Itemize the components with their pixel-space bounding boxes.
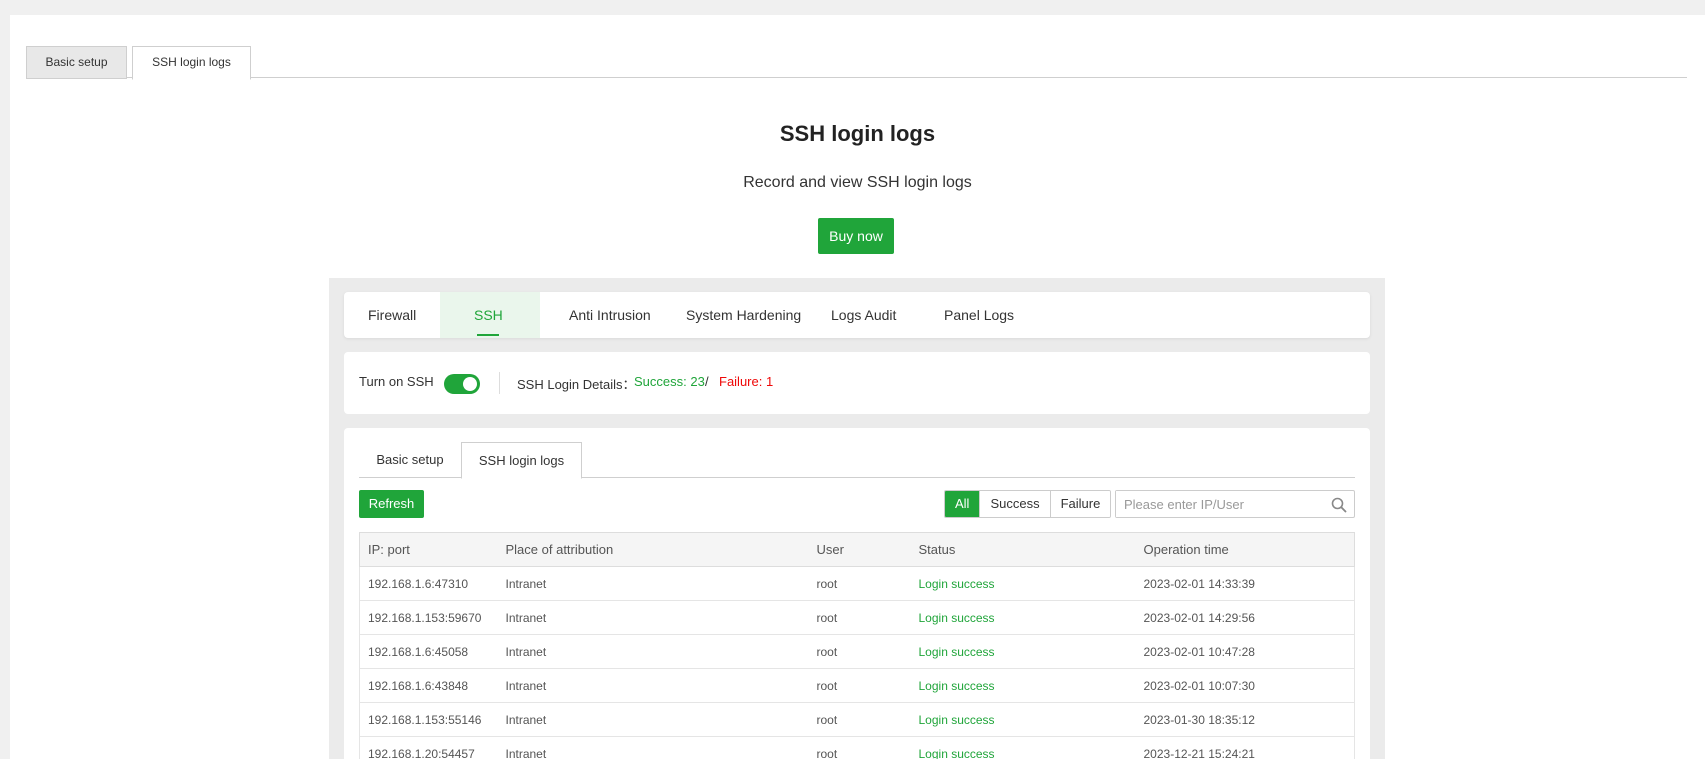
cell-place: Intranet [497,702,809,737]
cell-user: root [808,668,911,703]
cell-operation-time: 2023-02-01 14:33:39 [1135,566,1355,601]
inner-tab-bar: Basic setup SSH login logs [359,442,1355,479]
cell-place: Intranet [497,600,809,635]
feature-preview: Firewall SSH Anti Intrusion System Harde… [329,278,1385,759]
ssh-status-bar: Turn on SSH SSH Login Details： Success: … [344,352,1370,414]
main-card: Basic setup SSH login logs SSH login log… [10,15,1705,759]
security-nav: Firewall SSH Anti Intrusion System Harde… [344,292,1370,338]
cell-status: Login success [910,600,1136,635]
cell-place: Intranet [497,668,809,703]
col-header-place: Place of attribution [497,532,809,567]
nav-item-panel-logs[interactable]: Panel Logs [944,292,1014,338]
table-row: 192.168.1.6:45058 Intranet root Login su… [359,634,1355,669]
cell-ip-port: 192.168.1.153:59670 [359,600,498,635]
cell-place: Intranet [497,634,809,669]
tab-basic-setup[interactable]: Basic setup [26,46,127,79]
search-box [1115,490,1355,518]
cell-status: Login success [910,702,1136,737]
count-separator: / [705,374,709,389]
nav-item-system-hardening[interactable]: System Hardening [686,292,801,338]
filter-failure-button[interactable]: Failure [1049,491,1111,517]
col-header-operation-time: Operation time [1135,532,1355,567]
cell-ip-port: 192.168.1.20:54457 [359,736,498,759]
ssh-toggle[interactable] [444,374,480,394]
cell-status: Login success [910,634,1136,669]
cell-operation-time: 2023-12-21 15:24:21 [1135,736,1355,759]
cell-user: root [808,736,911,759]
inner-tab-ssh-login-logs[interactable]: SSH login logs [461,442,582,479]
success-count[interactable]: Success: 23 [634,374,705,389]
nav-item-firewall[interactable]: Firewall [368,292,416,338]
cell-user: root [808,566,911,601]
table-row: 192.168.1.20:54457 Intranet root Login s… [359,736,1355,759]
cell-status: Login success [910,566,1136,601]
top-tab-bar: Basic setup SSH login logs [26,31,1687,80]
login-log-table: IP: port Place of attribution User Statu… [359,532,1355,759]
cell-ip-port: 192.168.1.6:47310 [359,566,498,601]
tab-ssh-login-logs[interactable]: SSH login logs [132,46,251,80]
page-title: SSH login logs [779,121,936,146]
col-header-status: Status [910,532,1136,567]
cell-ip-port: 192.168.1.6:43848 [359,668,498,703]
search-icon[interactable] [1331,497,1347,513]
divider [499,372,500,394]
inner-tab-basic-setup[interactable]: Basic setup [359,442,461,478]
cell-operation-time: 2023-02-01 10:07:30 [1135,668,1355,703]
table-row: 192.168.1.153:55146 Intranet root Login … [359,702,1355,737]
cell-place: Intranet [497,736,809,759]
cell-user: root [808,600,911,635]
cell-user: root [808,702,911,737]
cell-place: Intranet [497,566,809,601]
cell-status: Login success [910,668,1136,703]
table-row: 192.168.1.6:47310 Intranet root Login su… [359,566,1355,601]
table-row: 192.168.1.6:43848 Intranet root Login su… [359,668,1355,703]
filter-all-button[interactable]: All [945,491,980,517]
failure-count[interactable]: Failure: 1 [719,374,773,389]
cell-user: root [808,634,911,669]
buy-now-button[interactable]: Buy now [818,218,894,254]
login-details-label: SSH Login Details： [517,377,636,392]
toggle-knob [463,377,477,391]
cell-operation-time: 2023-02-01 14:29:56 [1135,600,1355,635]
cell-operation-time: 2023-02-01 10:47:28 [1135,634,1355,669]
table-row: 192.168.1.153:59670 Intranet root Login … [359,600,1355,635]
ssh-toggle-label: Turn on SSH [359,374,434,389]
cell-ip-port: 192.168.1.6:45058 [359,634,498,669]
cell-status: Login success [910,736,1136,759]
cell-operation-time: 2023-01-30 18:35:12 [1135,702,1355,737]
cell-ip-port: 192.168.1.153:55146 [359,702,498,737]
nav-item-logs-audit[interactable]: Logs Audit [831,292,896,338]
col-header-user: User [808,532,911,567]
filter-success-button[interactable]: Success [979,491,1050,517]
col-header-ip-port: IP: port [359,532,498,567]
page-subtitle: Record and view SSH login logs [743,174,972,191]
table-header-row: IP: port Place of attribution User Statu… [359,532,1355,567]
refresh-button[interactable]: Refresh [359,490,424,518]
status-filter-group: All Success Failure [944,490,1112,518]
search-input[interactable] [1116,491,1316,517]
log-panel: Basic setup SSH login logs Refresh All S… [344,428,1370,759]
nav-item-ssh[interactable]: SSH [440,292,540,338]
nav-item-anti-intrusion[interactable]: Anti Intrusion [569,292,651,338]
